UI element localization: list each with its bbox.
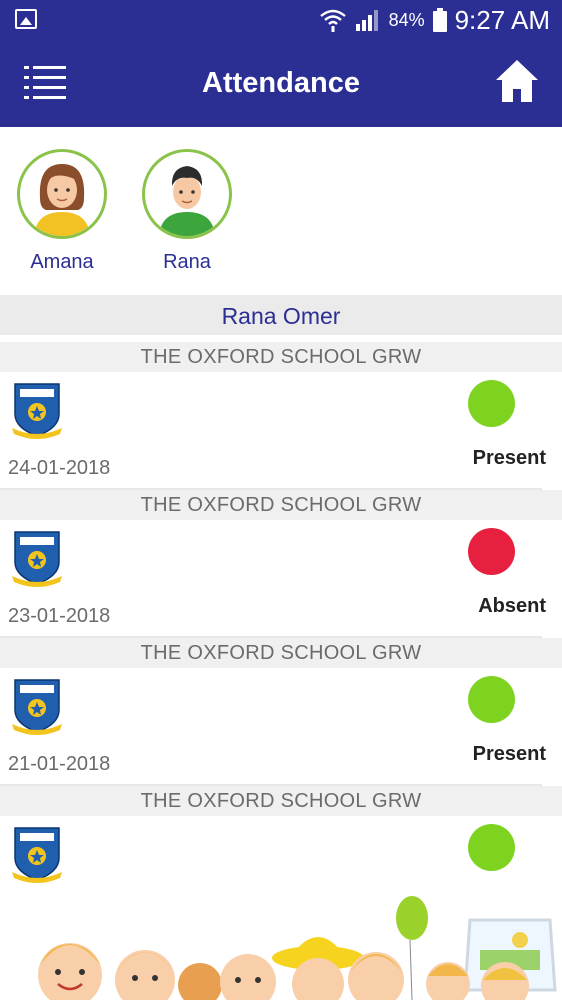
school-logo-icon bbox=[10, 380, 64, 444]
present-status-dot bbox=[468, 824, 515, 871]
student-name-header: Rana Omer bbox=[0, 295, 562, 335]
boy-avatar-icon bbox=[142, 149, 232, 239]
home-icon bbox=[496, 60, 538, 102]
child-card-amana[interactable]: Amana bbox=[14, 149, 110, 274]
attendance-status: Present bbox=[472, 743, 546, 765]
school-logo-icon bbox=[10, 824, 64, 888]
attendance-record[interactable]: 24-01-2018 Present bbox=[0, 372, 562, 490]
school-logo-icon bbox=[10, 528, 64, 592]
child-name: Amana bbox=[30, 251, 94, 273]
image-icon bbox=[15, 9, 37, 29]
school-header: THE OXFORD SCHOOL GRW bbox=[0, 638, 562, 668]
child-name: Rana bbox=[163, 251, 211, 273]
attendance-record[interactable]: 23-01-2018 Absent bbox=[0, 520, 562, 638]
record-date: 24-01-2018 bbox=[8, 457, 111, 479]
app-bar: Attendance bbox=[0, 40, 562, 127]
present-status-dot bbox=[468, 380, 515, 427]
present-status-dot bbox=[468, 676, 515, 723]
attendance-record[interactable]: 21-01-2018 Present bbox=[0, 668, 562, 786]
school-header: THE OXFORD SCHOOL GRW bbox=[0, 490, 562, 520]
school-logo-icon bbox=[10, 676, 64, 740]
record-date: 21-01-2018 bbox=[8, 753, 111, 775]
kids-banner-illustration bbox=[0, 880, 562, 1005]
home-button[interactable] bbox=[494, 58, 540, 104]
page-title: Attendance bbox=[202, 67, 360, 99]
attendance-status: Absent bbox=[478, 595, 546, 617]
record-date: 23-01-2018 bbox=[8, 605, 111, 627]
children-selector: Amana Rana bbox=[0, 127, 562, 290]
child-card-rana[interactable]: Rana bbox=[139, 149, 235, 274]
school-header: THE OXFORD SCHOOL GRW bbox=[0, 786, 562, 816]
girl-avatar-icon bbox=[17, 149, 107, 239]
school-header: THE OXFORD SCHOOL GRW bbox=[0, 342, 562, 372]
attendance-status: Present bbox=[472, 447, 546, 469]
absent-status-dot bbox=[468, 528, 515, 575]
